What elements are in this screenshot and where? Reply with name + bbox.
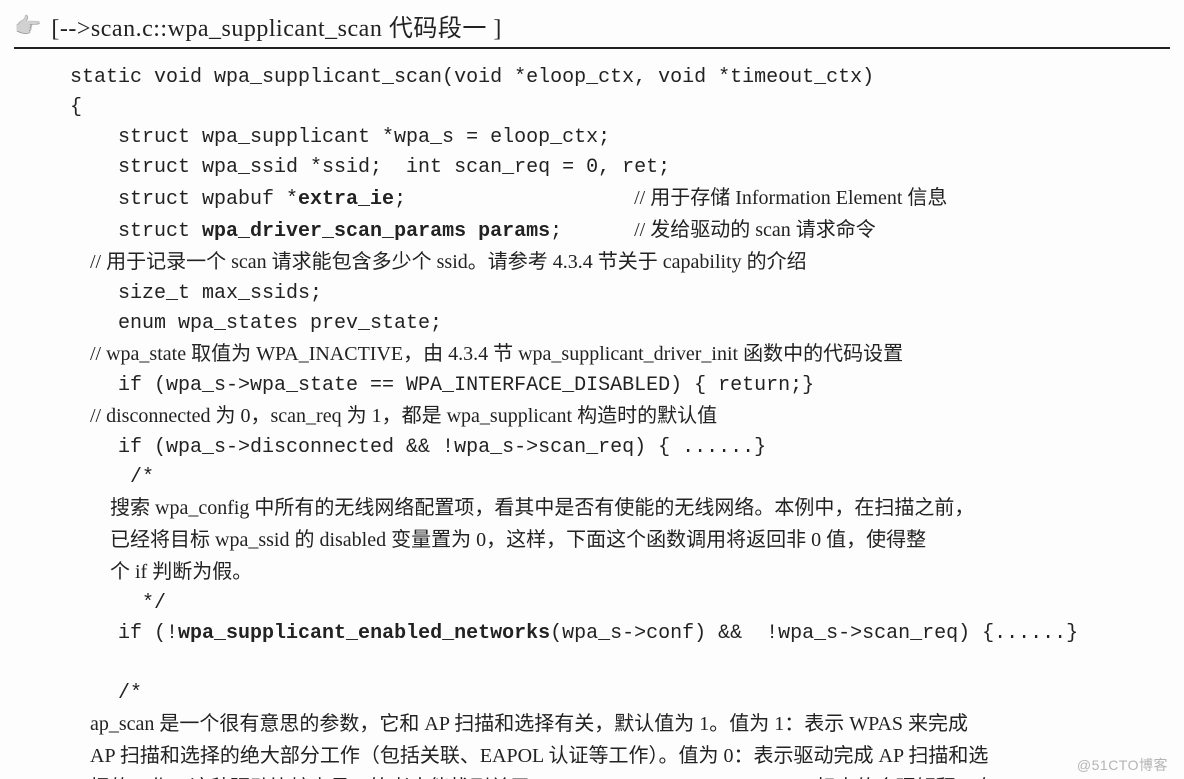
code-line: /* (70, 466, 154, 489)
code-line: size_t max_ssids; (70, 282, 322, 305)
code-line: /* (70, 682, 142, 705)
code-line: if (wpa_s->wpa_state == WPA_INTERFACE_DI… (70, 374, 814, 397)
code-line: { (70, 96, 82, 119)
code-line: struct wpa_driver_scan_params params; //… (70, 220, 876, 243)
code-line: struct wpa_supplicant *wpa_s = eloop_ctx… (70, 126, 610, 149)
code-line: if (!wpa_supplicant_enabled_networks(wpa… (70, 622, 1078, 645)
code-comment: ap_scan 是一个很有意思的参数，它和 AP 扫描和选择有关，默认值为 1。… (70, 713, 968, 735)
code-line: if (wpa_s->disconnected && !wpa_s->scan_… (70, 436, 766, 459)
code-comment: 搜索 wpa_config 中所有的无线网络配置项，看其中是否有使能的无线网络。… (70, 497, 974, 519)
section-header: 👉 [-->scan.c::wpa_supplicant_scan 代码段一 ] (14, 8, 1170, 49)
code-line: enum wpa_states prev_state; (70, 312, 442, 335)
code-line: */ (70, 592, 166, 615)
pointing-hand-icon: 👉 (14, 15, 41, 37)
code-line: static void wpa_supplicant_scan(void *el… (70, 66, 874, 89)
code-line: struct wpa_ssid *ssid; int scan_req = 0,… (70, 156, 670, 179)
code-comment: 已经将目标 wpa_ssid 的 disabled 变量置为 0，这样，下面这个… (70, 529, 926, 551)
code-comment: // wpa_state 取值为 WPA_INACTIVE，由 4.3.4 节 … (70, 343, 903, 365)
code-comment: // disconnected 为 0，scan_req 为 1，都是 wpa_… (70, 405, 717, 427)
code-comment: // 用于记录一个 scan 请求能包含多少个 ssid。请参考 4.3.4 节… (70, 251, 807, 273)
code-line: struct wpabuf *extra_ie; // 用于存储 Informa… (70, 188, 947, 211)
code-block: static void wpa_supplicant_scan(void *el… (14, 63, 1170, 779)
section-title: [-->scan.c::wpa_supplicant_scan 代码段一 ] (51, 8, 501, 43)
code-comment: AP 扫描和选择的绝大部分工作（包括关联、EAPOL 认证等工作）。值为 0：表… (70, 745, 988, 767)
code-comment: 个 if 判断为假。 (70, 561, 252, 583)
